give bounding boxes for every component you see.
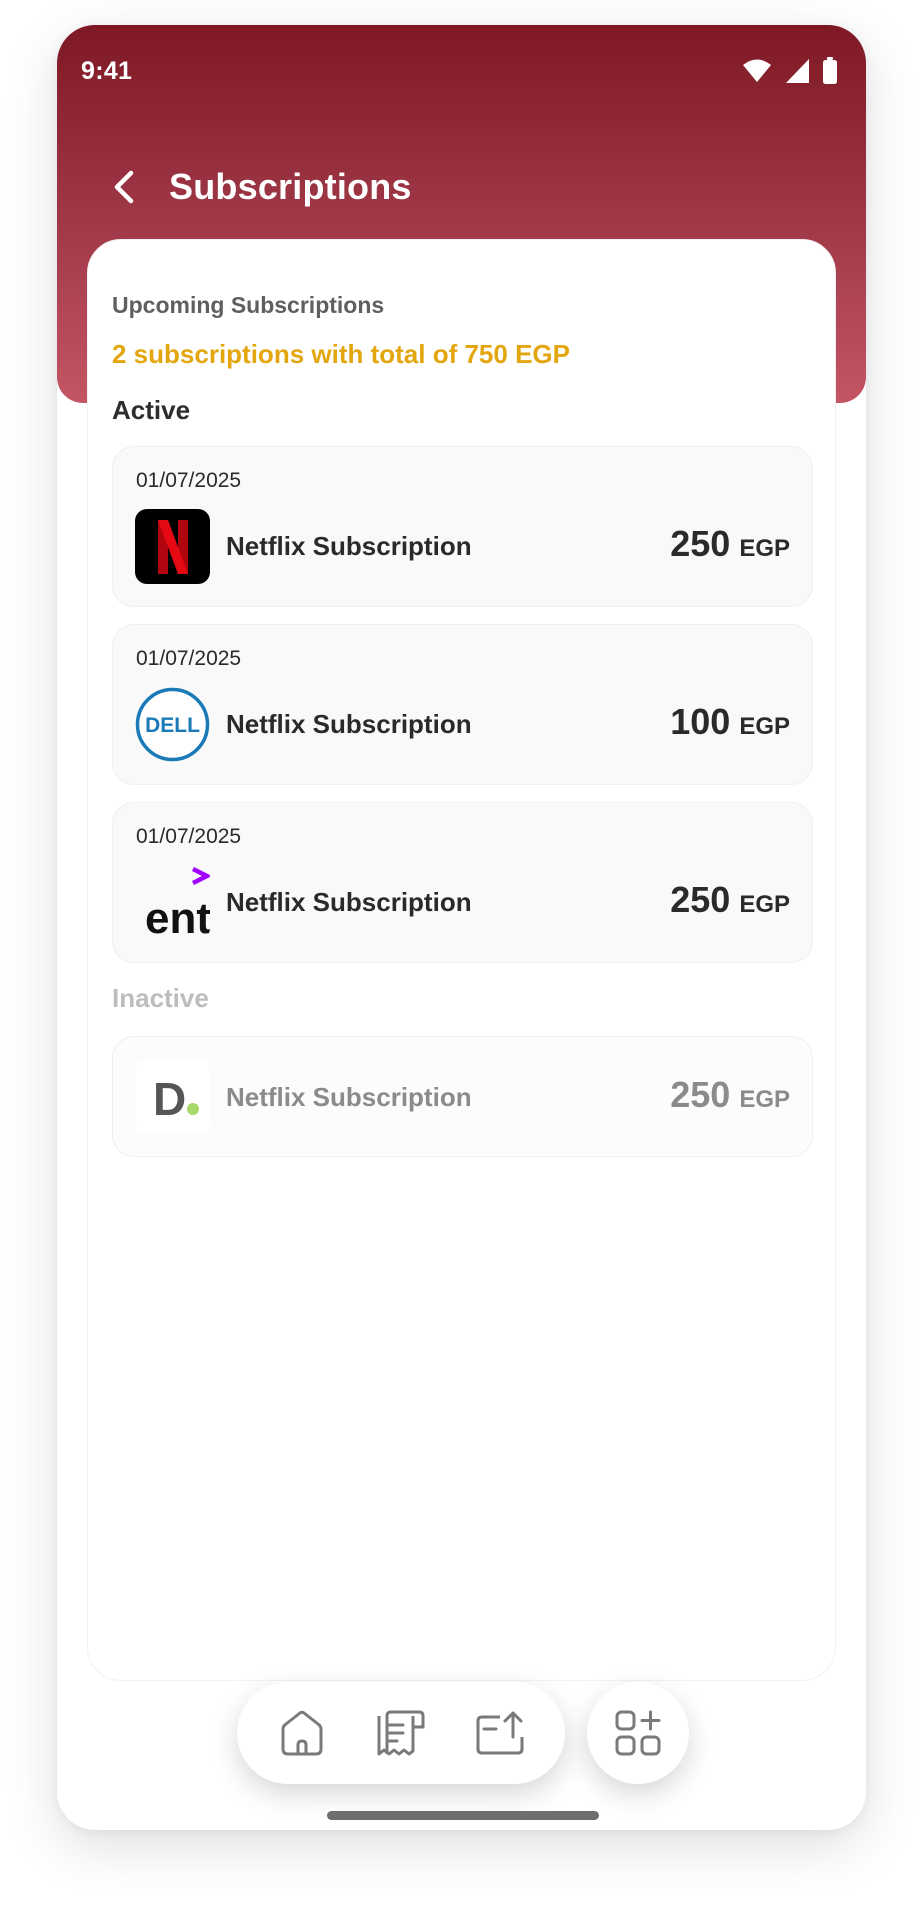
dell-logo: DELL [135,687,210,762]
subscription-item[interactable]: 01/07/2025 DELL Netflix Subscription 100… [112,624,813,785]
amount-value: 250 [670,1074,731,1115]
chevron-left-icon [114,170,134,204]
subscription-item[interactable]: 01/07/2025 Netflix Subscription 250 EGP [112,446,813,607]
item-name: Netflix Subscription [226,709,472,739]
d-brand-logo: D [135,1059,210,1134]
amount-value: 100 [670,701,731,742]
status-icons [742,57,838,84]
amount-value: 250 [670,523,731,564]
receipt-icon [377,1710,425,1756]
amount-currency: EGP [739,1086,790,1113]
phone-screen: 9:41 Subscriptions Upcoming Subscription… [57,25,866,1830]
d-brand-logo-text: D [153,1073,186,1125]
active-section-label: Active [112,395,191,425]
signal-icon [786,58,809,83]
dell-logo-icon: DELL [135,687,210,762]
back-button[interactable] [101,164,147,210]
subscription-item[interactable]: 01/07/2025 ent Netflix Subscription 250 … [112,802,813,963]
accenture-logo-text: ent [145,894,210,940]
battery-icon [823,57,837,84]
transfer-icon [476,1711,524,1755]
nav-home[interactable] [269,1700,335,1766]
accenture-logo: ent [135,865,210,940]
netflix-logo [135,509,210,584]
apps-add-button[interactable] [587,1682,689,1784]
item-date: 01/07/2025 [136,647,242,670]
subscription-item-inactive[interactable]: D Netflix Subscription 250 EGP [112,1036,813,1157]
wifi-icon [743,59,771,82]
dell-logo-text: DELL [145,714,200,737]
status-bar: 9:41 [57,25,866,120]
item-name: Netflix Subscription [226,531,472,561]
accenture-logo-icon: ent [145,866,210,940]
item-name: Netflix Subscription [226,887,472,917]
nav-transfer[interactable] [467,1700,533,1766]
upcoming-label: Upcoming Subscriptions [112,292,385,318]
subscriptions-card: Upcoming Subscriptions 2 subscriptions w… [87,239,836,1681]
nav-receipts[interactable] [368,1700,434,1766]
home-icon [281,1710,323,1756]
amount-currency: EGP [739,713,790,740]
item-amount: 250 EGP [670,523,790,565]
item-amount: 100 EGP [670,701,790,743]
item-date: 01/07/2025 [136,825,242,848]
page-title: Subscriptions [169,166,412,207]
apps-add-icon [615,1710,661,1756]
upcoming-summary: 2 subscriptions with total of 750 EGP [112,339,570,369]
home-indicator[interactable] [327,1811,599,1820]
item-date: 01/07/2025 [136,469,242,492]
d-brand-logo-icon: D [153,1073,199,1125]
item-name: Netflix Subscription [226,1082,472,1112]
header: Subscriptions [101,157,412,217]
item-amount: 250 EGP [670,1074,790,1116]
amount-currency: EGP [739,535,790,562]
inactive-section-label: Inactive [112,983,209,1013]
netflix-n-icon [157,519,188,574]
status-time: 9:41 [81,57,133,85]
amount-currency: EGP [739,891,790,918]
item-amount: 250 EGP [670,879,790,921]
amount-value: 250 [670,879,731,920]
bottom-nav [237,1682,565,1784]
